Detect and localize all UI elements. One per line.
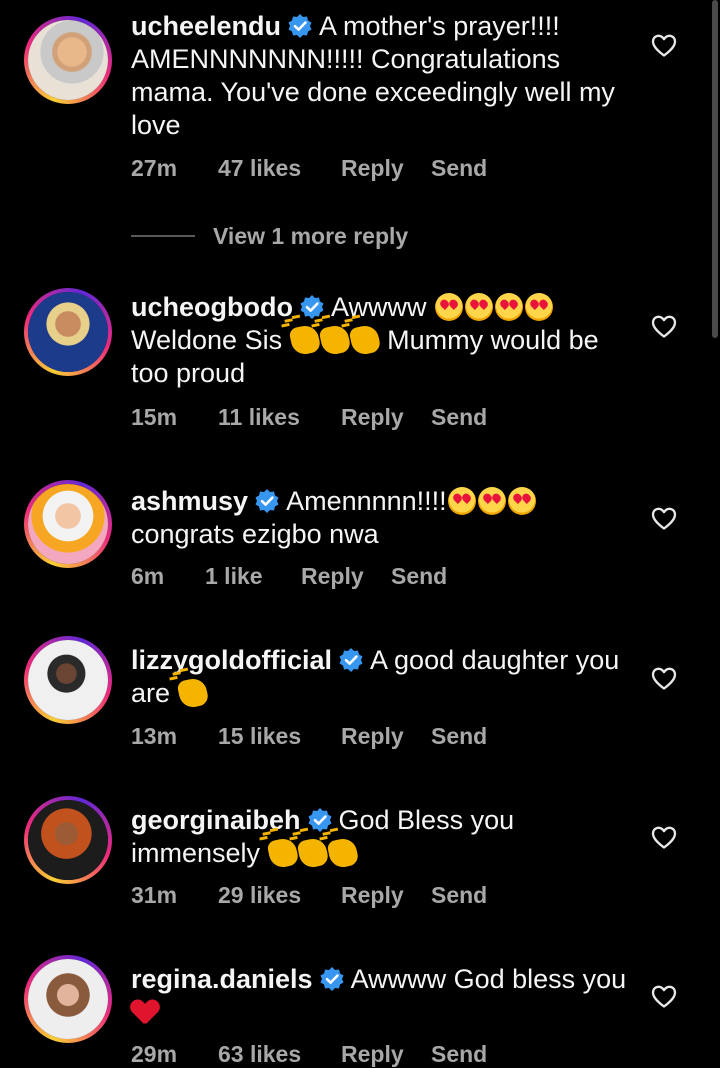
scrollbar[interactable]	[712, 0, 718, 338]
reply-button[interactable]: Reply	[341, 723, 404, 750]
comment-username[interactable]: ucheelendu	[131, 11, 281, 41]
avatar[interactable]	[24, 796, 112, 884]
comment-likes[interactable]: 1 like	[205, 563, 263, 590]
comment-body: Weldone Sis	[131, 325, 283, 355]
comment-username[interactable]: lizzygoldofficial	[131, 645, 332, 675]
verified-badge-icon	[299, 294, 325, 320]
comment-time: 27m	[131, 155, 178, 181]
reply-button[interactable]: Reply	[341, 882, 404, 909]
comment-time: 15m	[131, 404, 178, 430]
view-more-replies[interactable]: View 1 more reply	[131, 223, 408, 250]
avatar[interactable]	[24, 955, 112, 1043]
heart-eyes-emoji-icon	[495, 293, 524, 321]
send-button[interactable]: Send	[431, 882, 487, 909]
verified-badge-icon	[338, 647, 364, 673]
heart-outline-icon[interactable]	[651, 506, 677, 532]
avatar[interactable]	[24, 480, 112, 568]
send-button[interactable]: Send	[431, 404, 487, 431]
comment-username[interactable]: ucheogbodo	[131, 292, 293, 322]
verified-badge-icon	[307, 807, 333, 833]
clapping-hands-emoji-icon	[295, 836, 330, 870]
heart-eyes-emoji-icon	[435, 293, 464, 321]
comment-username[interactable]: ashmusy	[131, 486, 248, 516]
heart-outline-icon[interactable]	[651, 33, 677, 59]
comment-likes[interactable]: 63 likes	[218, 1041, 301, 1068]
clapping-hands-emoji-icon	[318, 323, 352, 357]
comment-username[interactable]: georginaibeh	[131, 805, 301, 835]
comment-text: ucheelendu A mother's prayer!!!! AMENNNNN…	[131, 10, 631, 142]
comment-time: 6m	[131, 563, 165, 589]
send-button[interactable]: Send	[391, 563, 447, 590]
comment-body: congrats ezigbo nwa	[131, 519, 379, 549]
divider	[131, 235, 195, 237]
reply-button[interactable]: Reply	[341, 155, 404, 182]
comment-body: Awwww	[330, 292, 427, 322]
reply-button[interactable]: Reply	[341, 404, 404, 431]
comment-time: 13m	[131, 723, 178, 749]
red-heart-emoji-icon	[131, 1000, 159, 1026]
verified-badge-icon	[319, 966, 345, 992]
send-button[interactable]: Send	[431, 723, 487, 750]
comment-body: Amennnnn!!!!	[286, 486, 447, 516]
send-button[interactable]: Send	[431, 155, 487, 182]
clapping-hands-emoji-icon	[325, 836, 360, 870]
comment-text: ucheogbodo Awwww Weldone Sis Mummy would …	[131, 291, 631, 390]
avatar[interactable]	[24, 16, 112, 104]
reply-button[interactable]: Reply	[301, 563, 364, 590]
view-more-label[interactable]: View 1 more reply	[213, 223, 408, 249]
clapping-hands-emoji-icon	[175, 676, 210, 710]
heart-outline-icon[interactable]	[651, 825, 677, 851]
comment-text: georginaibeh God Bless you immensely	[131, 804, 631, 870]
heart-eyes-emoji-icon	[465, 293, 494, 321]
heart-eyes-emoji-icon	[447, 487, 476, 515]
comment-username[interactable]: regina.daniels	[131, 964, 313, 994]
reply-button[interactable]: Reply	[341, 1041, 404, 1068]
comment-likes[interactable]: 11 likes	[218, 404, 300, 431]
heart-outline-icon[interactable]	[651, 314, 677, 340]
verified-badge-icon	[287, 13, 313, 39]
heart-outline-icon[interactable]	[651, 666, 677, 692]
heart-eyes-emoji-icon	[477, 487, 506, 515]
send-button[interactable]: Send	[431, 1041, 487, 1068]
heart-eyes-emoji-icon	[507, 487, 536, 515]
comment-body: Awwww God bless you	[350, 964, 627, 994]
clapping-hands-emoji-icon	[348, 323, 382, 357]
clapping-hands-emoji-icon	[265, 836, 300, 870]
heart-outline-icon[interactable]	[651, 984, 677, 1010]
heart-eyes-emoji-icon	[525, 293, 554, 321]
comment-likes[interactable]: 29 likes	[218, 882, 301, 909]
comment-likes[interactable]: 47 likes	[218, 155, 301, 182]
comment-time: 29m	[131, 1041, 178, 1067]
comment-text: ashmusy Amennnnn!!!! congrats ezigbo nwa	[131, 485, 631, 551]
verified-badge-icon	[254, 488, 280, 514]
avatar[interactable]	[24, 288, 112, 376]
comment-time: 31m	[131, 882, 178, 908]
comment-likes[interactable]: 15 likes	[218, 723, 301, 750]
clapping-hands-emoji-icon	[288, 323, 322, 357]
avatar[interactable]	[24, 636, 112, 724]
comment-text: regina.daniels Awwww God bless you	[131, 963, 631, 1029]
comment-text: lizzygoldofficial A good daughter you are	[131, 644, 631, 710]
